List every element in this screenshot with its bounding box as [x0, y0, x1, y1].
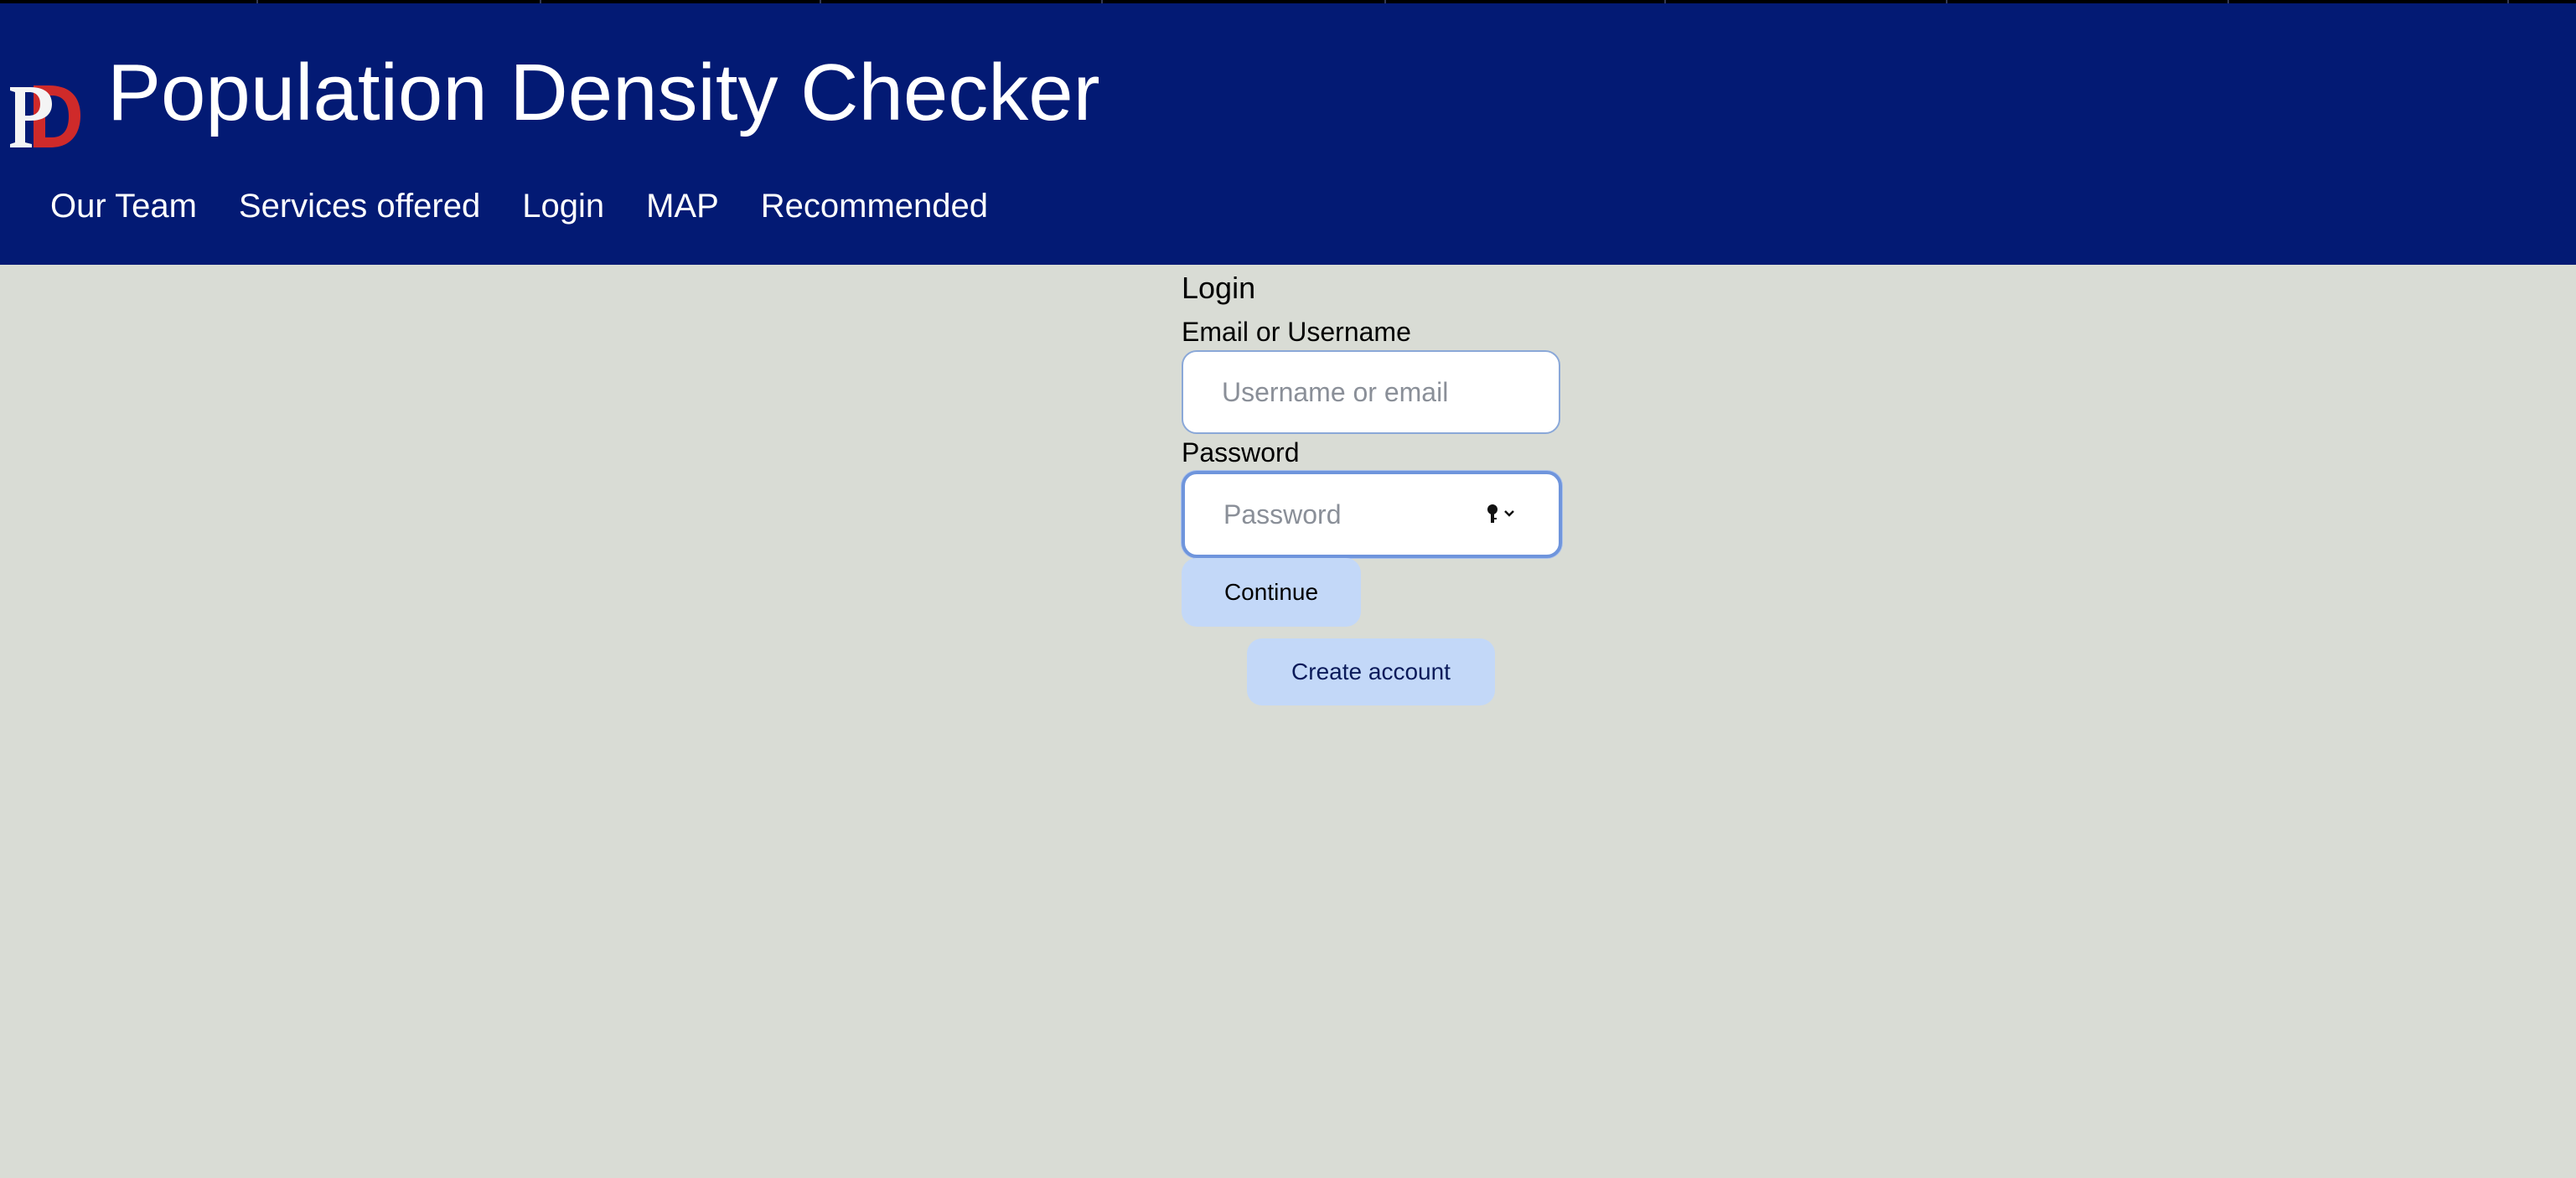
browser-tab-strip — [0, 0, 2576, 3]
nav-item-recommended[interactable]: Recommended — [761, 188, 988, 225]
tab-divider — [820, 0, 821, 3]
email-label: Email or Username — [1182, 317, 1411, 347]
continue-button[interactable]: Continue — [1182, 558, 1361, 627]
password-field-wrapper — [1182, 471, 1562, 558]
tab-divider — [256, 0, 258, 3]
app-title: Population Density Checker — [107, 48, 1100, 137]
key-icon[interactable] — [1485, 503, 1518, 524]
tab-divider — [2227, 0, 2229, 3]
email-field[interactable] — [1182, 350, 1560, 434]
create-account-button[interactable]: Create account — [1247, 638, 1495, 705]
tab-divider — [1946, 0, 1948, 3]
tab-divider — [1384, 0, 1386, 3]
tab-divider — [540, 0, 541, 3]
nav-item-login[interactable]: Login — [522, 188, 604, 225]
password-label: Password — [1182, 437, 1300, 468]
tab-divider — [1101, 0, 1103, 3]
pd-logo-icon — [10, 85, 80, 147]
main-nav: Our Team Services offered Login MAP Reco… — [50, 179, 1030, 233]
nav-item-services-offered[interactable]: Services offered — [239, 188, 480, 225]
nav-item-our-team[interactable]: Our Team — [50, 188, 197, 225]
login-title: Login — [1182, 271, 1256, 305]
nav-item-map[interactable]: MAP — [646, 188, 719, 225]
tab-divider — [2507, 0, 2509, 3]
tab-divider — [1664, 0, 1666, 3]
header-bar: Population Density Checker Our Team Serv… — [0, 0, 2576, 265]
